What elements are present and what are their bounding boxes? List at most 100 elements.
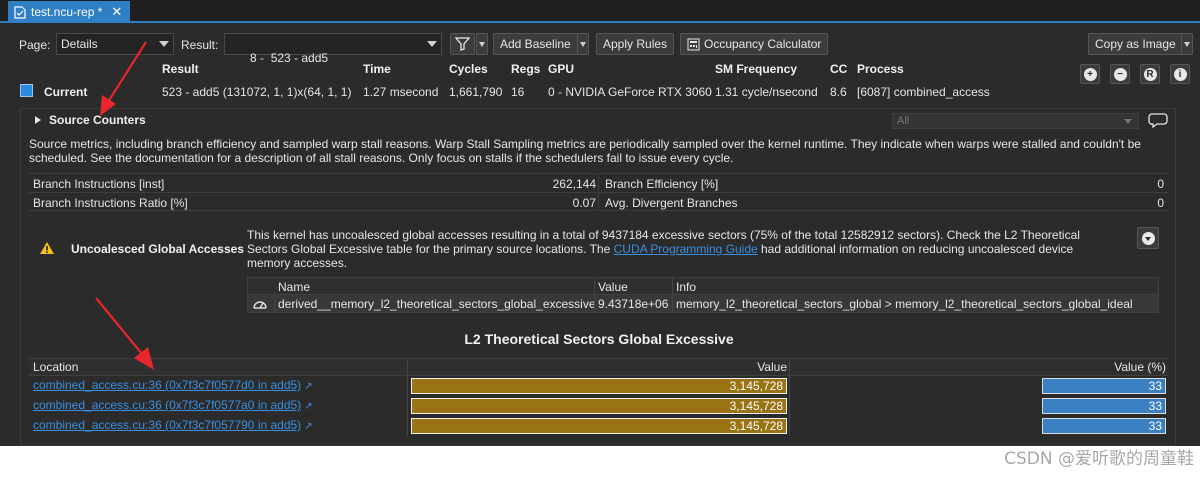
- source-location-link[interactable]: combined_access.cu:36 (0x7f3c7f0577a0 in…: [33, 398, 301, 412]
- value-gpu: 0 - NVIDIA GeForce RTX 3060: [548, 85, 712, 99]
- annotation-arrow-icon: [100, 41, 147, 116]
- percent-bar-fill: [1043, 399, 1165, 413]
- value-bar: 3,145,728: [411, 398, 787, 414]
- value-cc: 8.6: [830, 85, 847, 99]
- column-divider: [598, 193, 599, 211]
- current-result-label: Current: [44, 85, 88, 99]
- table-header-location[interactable]: Location: [33, 360, 78, 374]
- table-cell-value: 9.43718e+06: [598, 297, 669, 311]
- value-regs: 16: [511, 85, 525, 99]
- plus-icon: +: [1083, 67, 1097, 81]
- column-divider: [407, 359, 408, 376]
- col-header-time: Time: [363, 62, 391, 76]
- comment-icon[interactable]: [1145, 111, 1171, 129]
- column-divider: [598, 174, 599, 192]
- metric-value: 0: [1157, 177, 1164, 191]
- remove-result-button[interactable]: −: [1110, 64, 1130, 84]
- metrics-table: Branch Instructions [inst] 262,144 Branc…: [29, 173, 1168, 211]
- apply-rules-button[interactable]: Apply Rules: [596, 33, 675, 55]
- add-baseline-button[interactable]: Add Baseline: [493, 33, 578, 55]
- metric-name: Avg. Divergent Branches: [605, 196, 738, 210]
- col-header-process: Process: [857, 62, 904, 76]
- result-label: Result:: [181, 38, 219, 52]
- column-divider: [672, 278, 673, 295]
- external-link-icon[interactable]: ↗: [304, 421, 312, 432]
- close-icon[interactable]: ✕: [111, 4, 122, 20]
- chevron-down-icon: [159, 41, 169, 47]
- value-bar-label: 3,145,728: [729, 379, 783, 393]
- tab-strip: test.ncu-rep * ✕: [0, 0, 1200, 23]
- table-header-info: Info: [676, 280, 697, 294]
- table-row: combined_access.cu:36 (0x7f3c7f0577a0 in…: [29, 396, 1168, 416]
- chevron-down-icon: [1124, 119, 1132, 124]
- cuda-programming-guide-link[interactable]: CUDA Programming Guide: [614, 242, 758, 256]
- location-cell: combined_access.cu:36 (0x7f3c7f057790 in…: [33, 418, 313, 432]
- rule-title: Uncoalesced Global Accesses: [71, 242, 244, 256]
- value-bar: 3,145,728: [411, 418, 787, 434]
- col-header-cc: CC: [830, 62, 848, 76]
- table-header-value-percent[interactable]: Value (%): [1114, 360, 1166, 374]
- col-header-gpu: GPU: [548, 62, 575, 76]
- chevron-down-icon: [427, 41, 437, 47]
- external-link-icon[interactable]: ↗: [304, 381, 312, 392]
- chevron-down-icon: [1141, 231, 1155, 245]
- section-filter-value: All: [897, 115, 910, 127]
- rule-uncoalesced-global-accesses: Uncoalesced Global Accesses This kernel …: [29, 219, 1168, 315]
- column-divider: [274, 295, 275, 312]
- value-sm-frequency: 1.31 cycle/nsecond: [715, 85, 818, 99]
- metric-name: Branch Efficiency [%]: [605, 177, 719, 191]
- rule-message: This kernel has uncoalesced global acces…: [247, 228, 1097, 270]
- percent-bar: 33: [1042, 418, 1166, 434]
- occupancy-calculator-button[interactable]: Occupancy Calculator: [680, 33, 829, 55]
- tab-title: test.ncu-rep *: [31, 5, 103, 19]
- column-divider: [407, 416, 408, 436]
- copy-as-image-dropdown-button[interactable]: [1181, 33, 1193, 55]
- filter-button[interactable]: [450, 33, 475, 55]
- warning-icon: [40, 242, 54, 254]
- value-cycles: 1,661,790: [449, 85, 503, 99]
- page-label: Page:: [19, 38, 51, 52]
- collapse-triangle-icon[interactable]: [35, 116, 41, 124]
- percent-bar-fill: [1043, 419, 1165, 433]
- value-time: 1.27 msecond: [363, 85, 439, 99]
- source-location-link[interactable]: combined_access.cu:36 (0x7f3c7f0577d0 in…: [33, 378, 301, 392]
- info-button[interactable]: i: [1170, 64, 1190, 84]
- add-result-button[interactable]: +: [1080, 64, 1100, 84]
- col-header-result: Result: [162, 62, 199, 76]
- metric-gauge-icon: [253, 301, 267, 309]
- copy-as-image-button[interactable]: Copy as Image: [1088, 33, 1183, 55]
- minus-icon: −: [1113, 67, 1127, 81]
- metric-name: Branch Instructions [inst]: [33, 177, 165, 191]
- tab-report[interactable]: test.ncu-rep * ✕: [8, 1, 131, 23]
- reset-button[interactable]: R: [1140, 64, 1160, 84]
- add-baseline-dropdown-button[interactable]: [577, 33, 589, 55]
- result-select-value: 8 - 523 - add5: [250, 51, 329, 65]
- source-location-link[interactable]: combined_access.cu:36 (0x7f3c7f057790 in…: [33, 418, 301, 432]
- metric-row: Branch Instructions Ratio [%] 0.07 Avg. …: [29, 192, 1168, 211]
- percent-bar-label: 33: [1148, 419, 1162, 433]
- column-divider: [407, 376, 408, 396]
- expand-rule-button[interactable]: [1137, 227, 1159, 249]
- column-divider: [789, 416, 790, 436]
- info-icon: i: [1173, 67, 1187, 81]
- table-header-value[interactable]: Value: [757, 360, 787, 374]
- filter-dropdown-button[interactable]: [476, 33, 488, 55]
- external-link-icon[interactable]: ↗: [304, 401, 312, 412]
- value-bar: 3,145,728: [411, 378, 787, 394]
- table-cell-name: derived__memory_l2_theoretical_sectors_g…: [278, 297, 596, 311]
- result-select[interactable]: 8 - 523 - add5: [224, 33, 442, 65]
- column-divider: [672, 295, 673, 312]
- location-rows: combined_access.cu:36 (0x7f3c7f0577d0 in…: [29, 376, 1168, 436]
- table-header-row: Location Value Value (%): [29, 358, 1168, 376]
- reset-icon: R: [1143, 67, 1157, 81]
- metric-value: 262,144: [552, 177, 596, 191]
- apply-rules-label: Apply Rules: [603, 37, 668, 51]
- location-table: Location Value Value (%) combined_access…: [29, 358, 1168, 436]
- table-row: derived__memory_l2_theoretical_sectors_g…: [248, 295, 1158, 312]
- occupancy-calculator-label: Occupancy Calculator: [704, 37, 822, 51]
- percent-bar-fill: [1043, 379, 1165, 393]
- copy-as-image-label: Copy as Image: [1095, 37, 1176, 51]
- percent-bar: 33: [1042, 378, 1166, 394]
- section-header[interactable]: Source Counters All: [21, 109, 1177, 131]
- section-filter-select[interactable]: All: [892, 113, 1139, 129]
